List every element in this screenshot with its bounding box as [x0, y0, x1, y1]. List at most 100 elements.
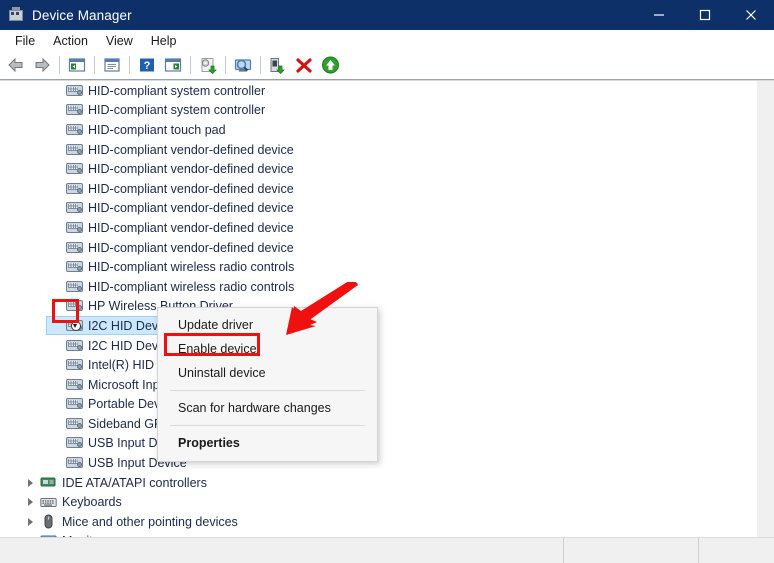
context-menu-item-scan-for-hardware-changes[interactable]: Scan for hardware changes [158, 396, 377, 420]
hid-device-icon [64, 241, 84, 255]
tree-row[interactable]: HID-compliant touch pad [0, 120, 774, 140]
menu-view[interactable]: View [97, 32, 142, 50]
tree-row[interactable]: USB Input Device [0, 453, 774, 473]
show-hide-action-pane-icon[interactable] [160, 53, 186, 77]
uninstall-device-icon[interactable] [291, 53, 317, 77]
toolbar-separator [129, 56, 130, 74]
tree-row-label: HID-compliant vendor-defined device [88, 220, 294, 235]
menu-file[interactable]: File [6, 32, 44, 50]
hid-device-icon [64, 339, 84, 353]
hid-device-icon [64, 103, 84, 117]
tree-row-label: Mice and other pointing devices [62, 514, 238, 529]
tree-row[interactable]: HP Wireless Button Driver [0, 297, 774, 317]
tree-row-label: Keyboards [62, 495, 122, 510]
hid-device-icon [64, 143, 84, 157]
tree-row[interactable]: Sideband GPIO device [0, 414, 774, 434]
tree-row[interactable]: HID-compliant system controller [0, 101, 774, 121]
menu-bar: File Action View Help [0, 30, 774, 52]
tree-row[interactable]: Mice and other pointing devices [0, 512, 774, 532]
window-controls [636, 0, 774, 30]
hid-device-icon [64, 123, 84, 137]
hid-device-icon [64, 358, 84, 372]
toolbar-separator [59, 56, 60, 74]
device-tree[interactable]: HID-compliant system controller HID-compl… [0, 81, 774, 537]
properties-icon[interactable] [99, 53, 125, 77]
tree-row[interactable]: HID-compliant vendor-defined device [0, 140, 774, 160]
tree-row[interactable]: USB Input Device [0, 434, 774, 454]
hid-device-icon [64, 280, 84, 294]
tree-row-label: HID-compliant touch pad [88, 122, 226, 137]
tree-row[interactable]: HID-compliant vendor-defined device [0, 199, 774, 219]
show-hide-console-tree-icon[interactable] [64, 53, 90, 77]
tree-row[interactable]: I2C HID Device [0, 336, 774, 356]
tree-row-label: HID-compliant system controller [88, 103, 266, 118]
ide-controller-icon [38, 475, 58, 490]
back-icon[interactable] [3, 53, 29, 77]
hid-device-icon [64, 397, 84, 411]
window-title: Device Manager [32, 7, 132, 23]
context-menu-item-uninstall-device[interactable]: Uninstall device [158, 361, 377, 385]
help-icon[interactable]: ? [134, 53, 160, 77]
device-manager-icon [8, 7, 24, 23]
tree-row[interactable]: HID-compliant vendor-defined device [0, 159, 774, 179]
tree-row[interactable]: HID-compliant vendor-defined device [0, 238, 774, 258]
tree-row[interactable]: HID-compliant vendor-defined device [0, 218, 774, 238]
tree-row[interactable]: HID-compliant system controller [0, 81, 774, 101]
scan-for-hardware-changes-icon[interactable] [230, 53, 256, 77]
update-device-driver-icon[interactable] [317, 53, 343, 77]
hid-device-icon [64, 162, 84, 176]
tree-row-label: HID-compliant system controller [88, 83, 266, 98]
tree-row[interactable]: Keyboards [0, 492, 774, 512]
hid-device-icon [64, 260, 84, 274]
status-bar [0, 537, 774, 563]
forward-icon[interactable] [29, 53, 55, 77]
tree-row[interactable]: IDE ATA/ATAPI controllers [0, 473, 774, 493]
svg-text:?: ? [144, 60, 151, 72]
toolbar-separator [225, 56, 226, 74]
tree-row[interactable]: HID-compliant wireless radio controls [0, 257, 774, 277]
hid-device-icon [64, 84, 84, 98]
context-menu-item-properties[interactable]: Properties [158, 431, 377, 455]
chevron-collapsed-icon[interactable] [22, 478, 38, 487]
toolbar-separator [190, 56, 191, 74]
tree-row-label: HID-compliant wireless radio controls [88, 260, 295, 275]
menu-action[interactable]: Action [44, 32, 97, 50]
enable-device-icon[interactable] [265, 53, 291, 77]
highlight-box-disabled-device-icon [52, 299, 79, 323]
keyboard-icon [38, 495, 58, 510]
context-menu[interactable]: Update driver Enable device Uninstall devi… [157, 307, 378, 462]
tree-row[interactable]: Microsoft Input Configuration Device [0, 375, 774, 395]
maximize-button[interactable] [682, 0, 728, 30]
context-menu-separator [170, 425, 365, 426]
tree-row[interactable]: I2C HID Device [0, 316, 774, 336]
context-menu-separator [170, 390, 365, 391]
hid-device-icon [64, 456, 84, 470]
tree-row-label: HID-compliant vendor-defined device [88, 240, 294, 255]
vertical-scrollbar[interactable] [757, 81, 774, 537]
tree-row[interactable]: Portable Device Control device [0, 395, 774, 415]
device-manager-window: Device Manager File Action View Help ? H… [0, 0, 774, 563]
mouse-icon [38, 514, 58, 529]
chevron-collapsed-icon[interactable] [22, 517, 38, 526]
hid-device-icon [64, 436, 84, 450]
toolbar-separator [260, 56, 261, 74]
tree-row-label: HID-compliant wireless radio controls [88, 279, 295, 294]
toolbar-separator [94, 56, 95, 74]
toolbar: ? [0, 52, 774, 78]
highlight-box-enable-device [164, 333, 260, 356]
update-driver-icon[interactable] [195, 53, 221, 77]
tree-row-label: IDE ATA/ATAPI controllers [62, 475, 207, 490]
menu-help[interactable]: Help [142, 32, 186, 50]
tree-row[interactable]: HID-compliant vendor-defined device [0, 179, 774, 199]
minimize-button[interactable] [636, 0, 682, 30]
hid-device-icon [64, 417, 84, 431]
close-button[interactable] [728, 0, 774, 30]
tree-row-label: HID-compliant vendor-defined device [88, 181, 294, 196]
status-pane-main [0, 538, 564, 563]
status-pane-secondary [564, 538, 699, 563]
tree-row[interactable]: HID-compliant wireless radio controls [0, 277, 774, 297]
tree-row[interactable]: Intel(R) HID Event Filter [0, 355, 774, 375]
title-bar: Device Manager [0, 0, 774, 30]
hid-device-icon [64, 201, 84, 215]
chevron-collapsed-icon[interactable] [22, 498, 38, 507]
